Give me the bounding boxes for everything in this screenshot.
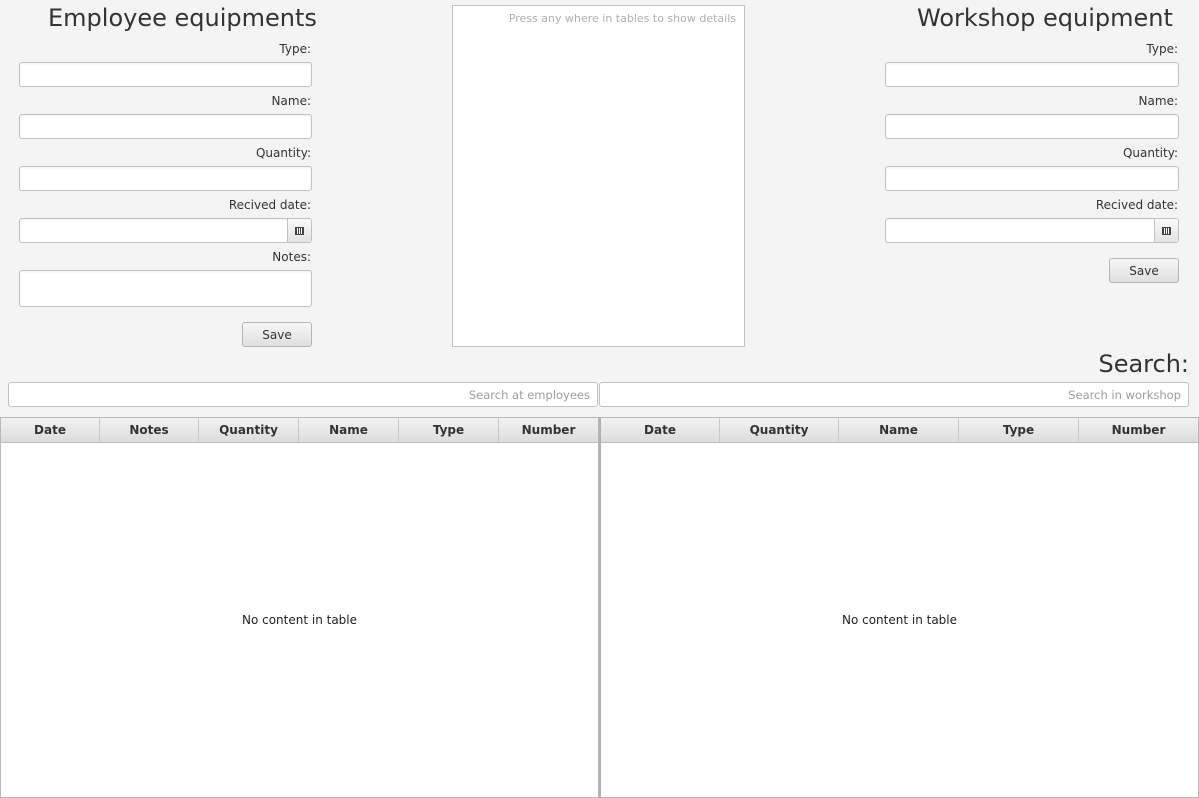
workshop-col-quantity[interactable]: Quantity [720, 418, 839, 442]
employee-col-date[interactable]: Date [1, 418, 100, 442]
workshop-col-name[interactable]: Name [839, 418, 959, 442]
employee-type-label: Type: [279, 42, 311, 56]
employee-col-type[interactable]: Type [399, 418, 499, 442]
workshop-type-input[interactable] [885, 62, 1179, 87]
workshop-date-button[interactable] [1154, 219, 1178, 242]
calendar-icon [295, 226, 304, 235]
employee-notes-input[interactable] [19, 270, 312, 307]
workshop-type-label: Type: [1146, 42, 1178, 56]
employee-name-label: Name: [271, 94, 311, 108]
workshop-name-input[interactable] [885, 114, 1179, 139]
workshop-table-empty: No content in table [841, 613, 958, 627]
employee-table-header: Date Notes Quantity Name Type Number [1, 418, 598, 443]
workshop-save-button[interactable]: Save [1109, 258, 1179, 283]
workshop-table[interactable]: Date Quantity Name Type Number No conten… [599, 417, 1199, 798]
employee-date-label: Recived date: [228, 198, 311, 212]
workshop-quantity-input[interactable] [885, 166, 1179, 191]
employee-type-input[interactable] [19, 62, 312, 87]
employee-search-placeholder: Search at employees [468, 388, 590, 402]
employee-save-button[interactable]: Save [242, 322, 312, 347]
employee-name-input[interactable] [19, 114, 312, 139]
calendar-icon [1162, 226, 1171, 235]
workshop-col-type[interactable]: Type [959, 418, 1079, 442]
employee-date-picker[interactable] [19, 218, 312, 243]
workshop-col-number[interactable]: Number [1079, 418, 1198, 442]
workshop-table-header: Date Quantity Name Type Number [601, 418, 1198, 443]
workshop-date-picker[interactable] [885, 218, 1179, 243]
employee-notes-label: Notes: [272, 250, 311, 264]
employee-date-button[interactable] [287, 219, 311, 242]
employee-title: Employee equipments [48, 4, 317, 32]
workshop-search-input[interactable]: Search in workshop [599, 382, 1189, 407]
employee-table[interactable]: Date Notes Quantity Name Type Number No … [0, 417, 599, 798]
workshop-col-date[interactable]: Date [601, 418, 720, 442]
employee-col-quantity[interactable]: Quantity [199, 418, 299, 442]
workshop-date-label: Recived date: [1095, 198, 1178, 212]
employee-col-name[interactable]: Name [299, 418, 399, 442]
search-title: Search: [1098, 350, 1189, 378]
employee-col-number[interactable]: Number [499, 418, 598, 442]
details-hint: Press any where in tables to show detail… [508, 12, 736, 25]
workshop-title: Workshop equipment [917, 4, 1173, 32]
workshop-search-placeholder: Search in workshop [1068, 388, 1181, 402]
workshop-name-label: Name: [1138, 94, 1178, 108]
workshop-quantity-label: Quantity: [1122, 146, 1178, 160]
employee-col-notes[interactable]: Notes [100, 418, 199, 442]
details-panel[interactable]: Press any where in tables to show detail… [452, 5, 745, 347]
employee-quantity-input[interactable] [19, 166, 312, 191]
employee-table-empty: No content in table [241, 613, 358, 627]
employee-search-input[interactable]: Search at employees [8, 382, 598, 407]
employee-quantity-label: Quantity: [255, 146, 311, 160]
